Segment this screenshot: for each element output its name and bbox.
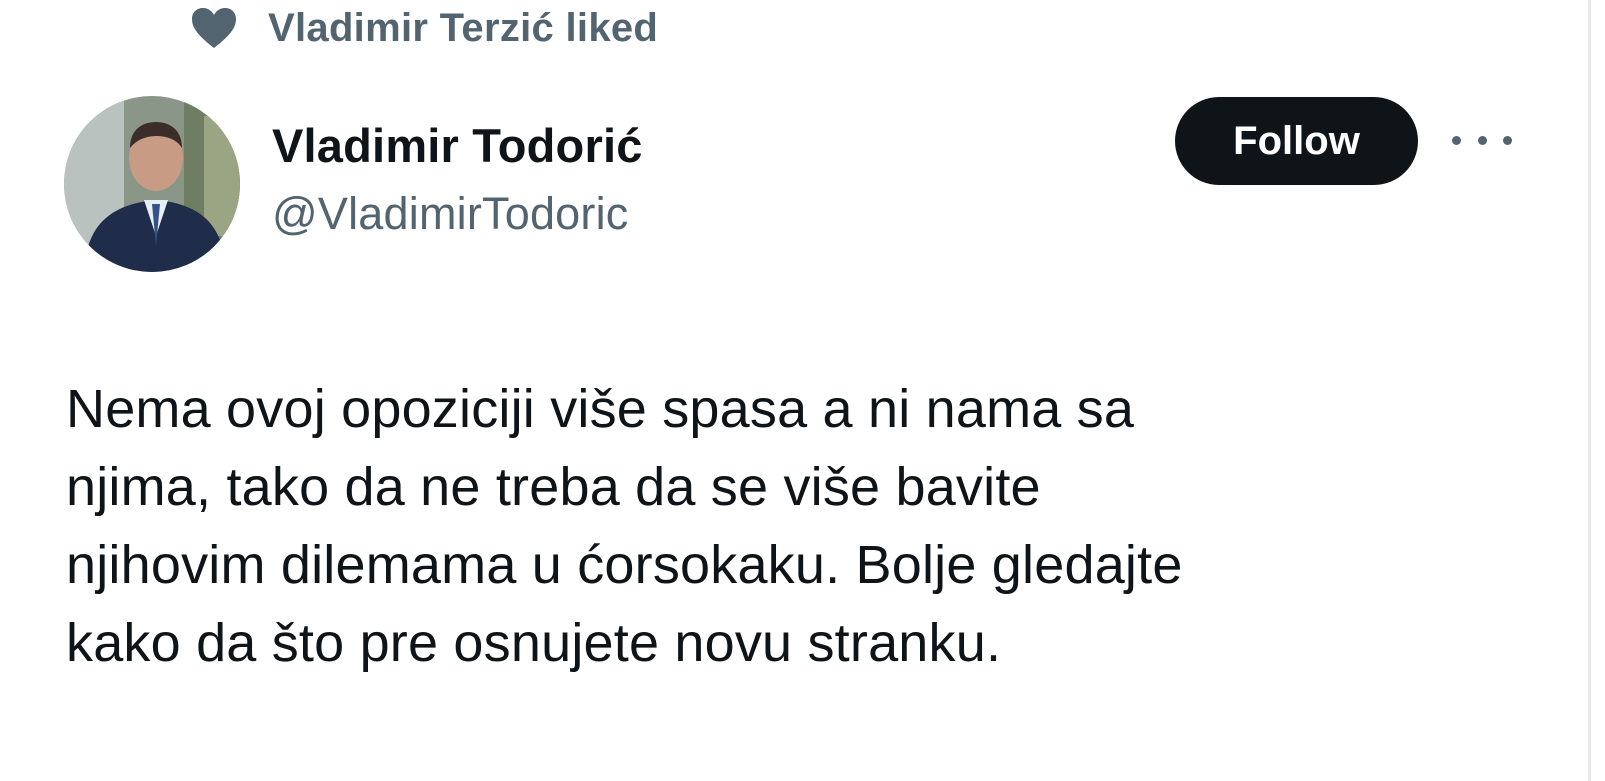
avatar[interactable] (64, 96, 240, 272)
more-dot (1477, 135, 1487, 145)
more-dot (1452, 135, 1461, 145)
tweet-text-line: njima, tako da ne treba da se više bavit… (66, 457, 1041, 517)
heart-icon (190, 6, 238, 50)
more-dot (1503, 135, 1512, 145)
user-handle[interactable]: @VladimirTodoric (272, 188, 628, 240)
tweet-text-line: njihovim dilemama u ćorsokaku. Bolje gle… (66, 535, 1183, 595)
display-name[interactable]: Vladimir Todorić (272, 118, 643, 173)
social-context-text[interactable]: Vladimir Terzić liked (268, 6, 658, 51)
follow-button[interactable]: Follow (1175, 97, 1418, 185)
tweet-card: Vladimir Terzić liked Vladimir Todorić @… (0, 0, 1605, 781)
tweet-text-line: kako da što pre osnujete novu stranku. (66, 613, 1002, 673)
tweet-text: Nema ovoj opoziciji više spasa a ni nama… (66, 370, 1486, 682)
more-icon[interactable] (1452, 126, 1512, 154)
social-context: Vladimir Terzić liked (190, 0, 658, 56)
tweet-text-line: Nema ovoj opoziciji više spasa a ni nama… (66, 379, 1135, 439)
column-divider (1588, 0, 1591, 781)
